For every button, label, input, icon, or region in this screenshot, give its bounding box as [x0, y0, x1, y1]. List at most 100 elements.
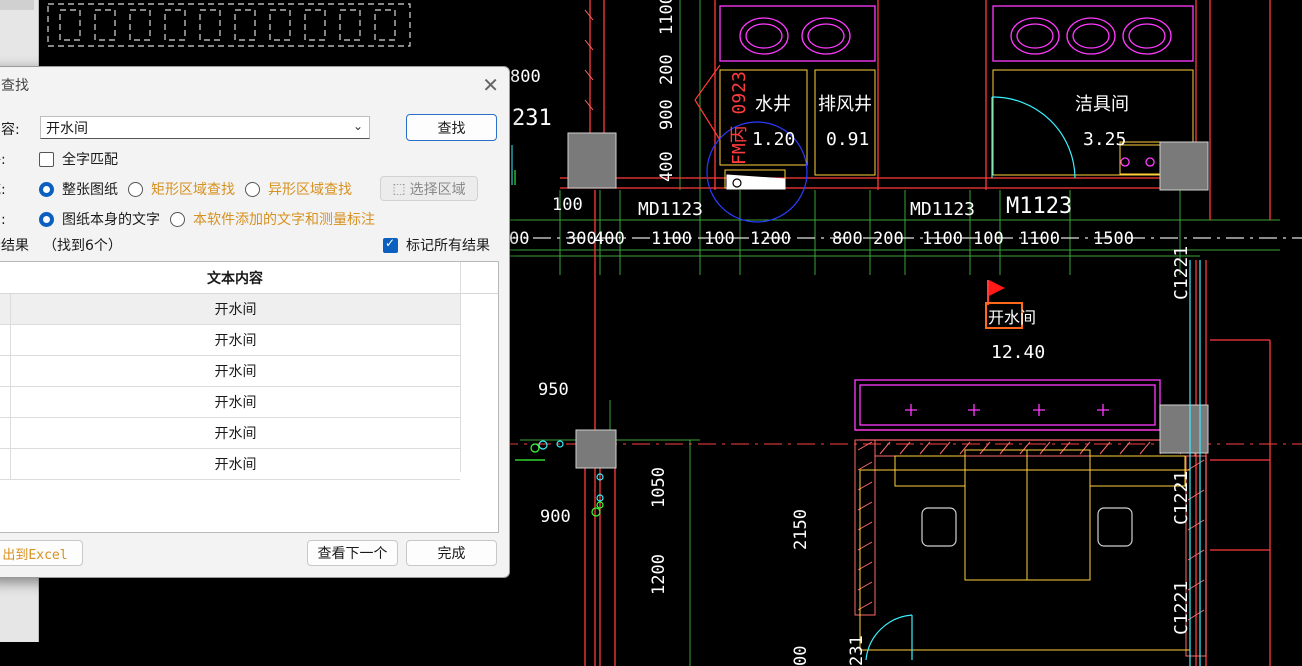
row-index-cell [0, 418, 11, 448]
row-index-cell [0, 387, 11, 417]
dim-label: 100 [552, 195, 583, 215]
dim-label: 900 [540, 507, 571, 527]
results-table[interactable]: 文本内容 开水间 开水间 开水间 开水间 开水间 开水间 [0, 261, 499, 533]
label-vent-well: 排风井 [818, 94, 872, 115]
room-outline [719, 69, 1194, 651]
label-boiler-room[interactable]: 开水间 [988, 308, 1036, 327]
label-window-c1: C1221 [1171, 246, 1192, 300]
area-radio-irregular[interactable] [245, 181, 260, 197]
dim-label: 800 [832, 229, 863, 249]
dim-label: 950 [538, 380, 569, 400]
dim-label: 100 [704, 229, 735, 249]
area-radio-whole[interactable] [39, 181, 54, 197]
table-row[interactable]: 开水间 [0, 418, 460, 449]
content-value: 开水间 [46, 120, 88, 137]
mark-all-checkbox[interactable] [383, 236, 398, 253]
column-blocks [567, 132, 1209, 469]
dim-label: 00 [509, 229, 529, 249]
done-button[interactable]: 完成 [406, 540, 497, 566]
row-text: 开水间 [214, 364, 257, 380]
mark-all-label: 标记所有结果 [406, 238, 490, 254]
row-index-cell [0, 356, 11, 386]
area-option-whole[interactable]: 整张图纸 [62, 179, 118, 199]
dim-label: 300 [566, 229, 597, 249]
dialog-title: 字查找 [0, 78, 29, 94]
dim-label: 400 [594, 229, 625, 249]
table-row[interactable]: 开水间 [0, 294, 460, 325]
dim-label: 2150 [791, 509, 811, 550]
dim-label: 1100 [651, 229, 692, 249]
label-vent-well-area: 0.91 [826, 129, 869, 150]
content-combobox[interactable]: 开水间 ⌄ [40, 116, 370, 139]
dim-label: 1100 [1019, 229, 1060, 249]
label-door-fm: FM丙 0923 [729, 71, 750, 165]
whole-word-label: 全字匹配 [62, 152, 118, 168]
label-door-md1: MD1123 [638, 199, 703, 220]
table-row[interactable]: 开水间 [0, 387, 460, 418]
export-excel-button[interactable]: 出到Excel [0, 540, 83, 566]
scope-option-drawing[interactable]: 图纸本身的文字 [62, 209, 160, 229]
table-header: 文本内容 [0, 262, 498, 294]
scope-label: 围: [0, 212, 6, 228]
row-text: 开水间 [214, 302, 257, 318]
search-button[interactable]: 查找 [406, 114, 497, 141]
area-option-rect[interactable]: 矩形区域查找 [151, 179, 235, 199]
label-window-c2: C1221 [1171, 471, 1192, 525]
select-area-button[interactable]: ⬚ 选择区域 [380, 176, 478, 201]
table-divider [460, 262, 461, 472]
scope-radio-added[interactable] [170, 211, 185, 227]
chevron-down-icon[interactable]: ⌄ [353, 119, 363, 133]
dim-label: 00 [791, 646, 811, 666]
find-text-dialog[interactable]: 字查找 ✕ 内容: 开水间 ⌄ 查找 件: 全字匹配 域: 整张图纸 矩形区域查… [0, 66, 510, 578]
left-window-titlebar [0, 0, 34, 10]
select-area-icon: ⬚ [392, 180, 406, 197]
label-door-md2: MD1123 [910, 199, 975, 220]
dim-label: 1100 [657, 0, 677, 35]
area-label: 域: [0, 182, 6, 198]
label-boiler-room-area: 12.40 [991, 342, 1045, 363]
table-row[interactable]: 开水间 [0, 356, 460, 387]
dim-label: 1100 [922, 229, 963, 249]
label-water-well-area: 1.20 [752, 129, 795, 150]
whole-word-checkbox[interactable] [39, 151, 54, 167]
label-window-c3: C1221 [1171, 581, 1192, 635]
row-text: 开水间 [214, 333, 257, 349]
row-text: 开水间 [214, 395, 257, 411]
dim-label: 200 [873, 229, 904, 249]
table-row[interactable]: 开水间 [0, 449, 460, 480]
select-area-label: 选择区域 [409, 181, 466, 198]
label-clean-room-area: 3.25 [1083, 129, 1126, 150]
dim-label: 900 [657, 99, 677, 130]
dim-label: 200 [657, 54, 677, 85]
condition-row: 件: 全字匹配 [0, 149, 118, 169]
dashed-outline [47, 3, 411, 47]
dim-label: 400 [657, 151, 677, 182]
table-header-text: 文本内容 [207, 270, 263, 287]
row-index-cell [0, 449, 11, 479]
results-row: 示结果 （找到6个） [0, 235, 122, 255]
next-result-button[interactable]: 查看下一个 [307, 540, 398, 566]
door-leaf [694, 64, 721, 141]
mark-all-row: 标记所有结果 [383, 235, 490, 255]
dim-label: 231 [512, 106, 552, 131]
results-count: （找到6个） [43, 238, 122, 254]
dim-label: 800 [510, 67, 541, 87]
close-icon[interactable]: ✕ [482, 73, 499, 97]
results-label: 示结果 [0, 238, 29, 254]
condition-label: 件: [0, 152, 6, 168]
row-text: 开水间 [214, 426, 257, 442]
table-row[interactable]: 开水间 [0, 325, 460, 356]
dim-label: 1050 [649, 467, 669, 508]
area-option-irregular[interactable]: 异形区域查找 [268, 179, 352, 199]
dim-line-grid [500, 0, 1280, 666]
area-radio-rect[interactable] [128, 181, 143, 197]
content-label: 内容: [0, 122, 20, 138]
row-index-cell [0, 294, 11, 324]
dim-label: 100 [973, 229, 1004, 249]
result-flag-icon [989, 280, 1005, 296]
scope-option-added[interactable]: 本软件添加的文字和测量标注 [193, 209, 375, 229]
dim-label: 1200 [750, 229, 791, 249]
area-row: 域: 整张图纸 矩形区域查找 异形区域查找 [0, 179, 352, 199]
scope-row: 围: 图纸本身的文字 本软件添加的文字和测量标注 [0, 209, 375, 229]
scope-radio-drawing[interactable] [39, 211, 54, 227]
